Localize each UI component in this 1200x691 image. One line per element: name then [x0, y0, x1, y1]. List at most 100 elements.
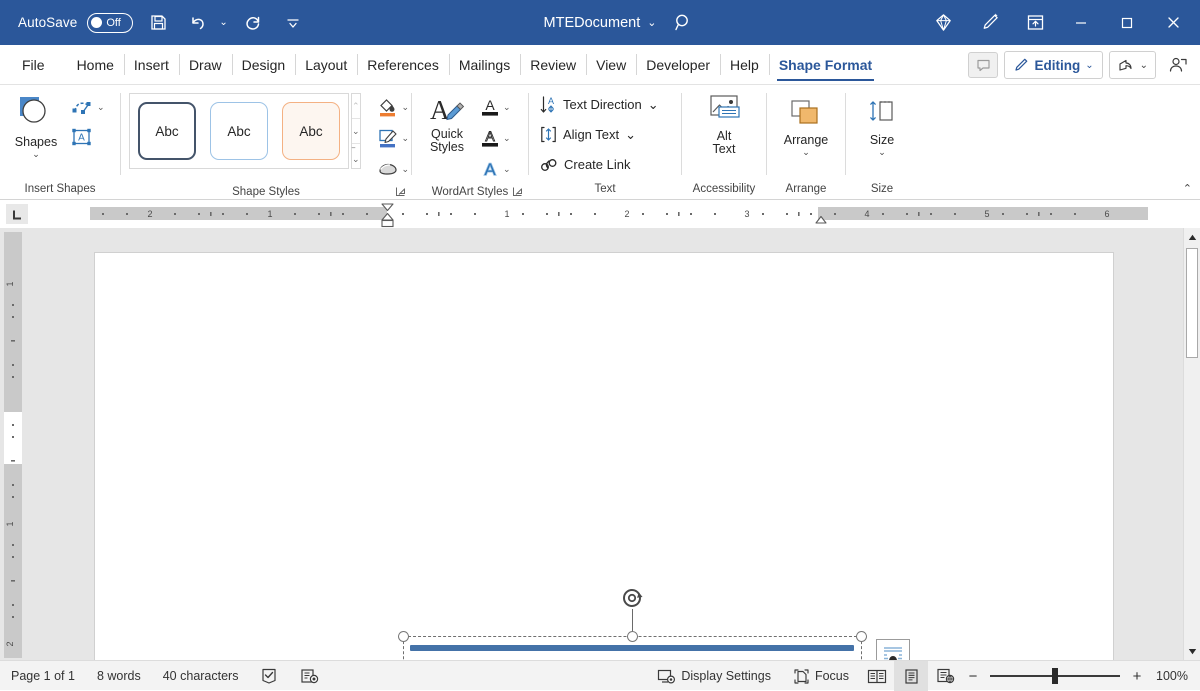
page-indicator[interactable]: Page 1 of 1 [0, 661, 86, 691]
display-settings-button[interactable]: Display Settings [646, 661, 782, 691]
comments-button[interactable] [968, 52, 998, 78]
minimize-icon[interactable] [1058, 0, 1104, 45]
zoom-in-button[interactable]: + [1126, 661, 1148, 691]
tab-stop-selector[interactable] [6, 204, 28, 224]
search-icon[interactable] [668, 8, 698, 38]
arrange-button[interactable]: Arrange ⌄ [775, 95, 837, 156]
shape-style-preset-3[interactable]: Abc [282, 102, 340, 160]
maximize-icon[interactable] [1104, 0, 1150, 45]
draw-text-box-button[interactable]: A [68, 123, 107, 151]
shape-styles-gallery[interactable]: Abc Abc Abc [129, 93, 349, 169]
zoom-slider-thumb[interactable] [1052, 668, 1058, 684]
word-count[interactable]: 8 words [86, 661, 152, 691]
size-chevron-down-icon[interactable]: ⌄ [878, 148, 886, 156]
text-outline-chevron-down-icon[interactable]: ⌄ [503, 133, 511, 144]
first-line-indent-marker[interactable] [378, 201, 398, 229]
shapes-chevron-down-icon[interactable]: ⌄ [32, 150, 40, 158]
layout-options-button[interactable] [876, 639, 910, 660]
shape-styles-scroll-up-icon[interactable]: ⌃ [352, 94, 360, 118]
size-button[interactable]: Size ⌄ [851, 95, 913, 156]
zoom-level-label[interactable]: 100% [1148, 669, 1192, 683]
edit-shape-chevron-down-icon[interactable]: ⌄ [97, 102, 105, 113]
vertical-scrollbar[interactable] [1183, 228, 1200, 660]
tab-insert[interactable]: Insert [124, 45, 179, 84]
zoom-out-button[interactable]: − [962, 661, 984, 691]
scroll-down-arrow-icon[interactable] [1184, 642, 1200, 660]
redo-icon[interactable] [238, 8, 268, 38]
scrollbar-thumb[interactable] [1186, 248, 1198, 358]
character-count[interactable]: 40 characters [152, 661, 250, 691]
text-effects-button[interactable]: A A ⌄ [478, 155, 513, 183]
arrange-chevron-down-icon[interactable]: ⌄ [802, 148, 810, 156]
proofing-status-button[interactable] [249, 661, 289, 691]
text-fill-button[interactable]: A ⌄ [478, 93, 513, 121]
shape-styles-dialog-launcher-icon[interactable] [395, 186, 407, 198]
tab-review[interactable]: Review [520, 45, 586, 84]
text-fill-chevron-down-icon[interactable]: ⌄ [503, 102, 511, 113]
textbox-shape[interactable]: Here’s a new text box in Microsoft Word. [403, 581, 863, 660]
collapse-ribbon-chevron-up-icon[interactable]: ⌃ [1183, 182, 1192, 195]
tab-shape-format[interactable]: Shape Format [769, 45, 882, 84]
scroll-up-arrow-icon[interactable] [1184, 228, 1200, 246]
resize-handle-top-right[interactable] [856, 631, 867, 642]
document-title[interactable]: MTEDocument [544, 15, 641, 31]
accessibility-checker-button[interactable] [289, 661, 330, 691]
shape-style-preset-1[interactable]: Abc [138, 102, 196, 160]
align-text-button[interactable]: Align Text ⌄ [537, 121, 639, 148]
view-read-mode-button[interactable] [860, 661, 894, 691]
shape-style-preset-2[interactable]: Abc [210, 102, 268, 160]
view-print-layout-button[interactable] [894, 661, 928, 691]
shape-fill-chevron-down-icon[interactable]: ⌄ [402, 102, 410, 113]
zoom-slider[interactable] [990, 661, 1120, 691]
tab-draw[interactable]: Draw [179, 45, 232, 84]
tab-developer[interactable]: Developer [636, 45, 720, 84]
ribbon-display-options-icon[interactable] [1012, 0, 1058, 45]
edit-shape-button[interactable]: ⌄ [68, 93, 107, 121]
tab-layout[interactable]: Layout [295, 45, 357, 84]
vertical-ruler[interactable]: 1 1 2 [0, 228, 28, 660]
tab-mailings[interactable]: Mailings [449, 45, 520, 84]
shape-styles-more-icon[interactable]: ‾⌄ [352, 143, 360, 168]
search-box[interactable] [668, 0, 698, 45]
tab-file[interactable]: File [14, 45, 59, 84]
editing-chevron-down-icon[interactable]: ⌄ [1085, 60, 1093, 71]
shape-outline-chevron-down-icon[interactable]: ⌄ [402, 133, 410, 144]
text-outline-button[interactable]: A ⌄ [478, 124, 513, 152]
copilot-diamond-icon[interactable] [920, 0, 966, 45]
shape-effects-button[interactable]: ⌄ [375, 155, 412, 183]
autosave-toggle[interactable]: Off [87, 13, 133, 33]
share-chevron-down-icon[interactable]: ⌄ [1140, 60, 1148, 71]
undo-dropdown-chevron-icon[interactable]: ⌄ [219, 17, 227, 28]
undo-icon[interactable] [183, 8, 213, 38]
shapes-gallery-button[interactable]: Shapes ⌄ [8, 91, 64, 158]
collaborators-button[interactable] [1162, 51, 1194, 79]
save-icon[interactable] [143, 8, 173, 38]
align-text-chevron-down-icon[interactable]: ⌄ [625, 127, 636, 143]
shape-effects-chevron-down-icon[interactable]: ⌄ [402, 164, 410, 175]
text-effects-chevron-down-icon[interactable]: ⌄ [503, 164, 511, 175]
shape-fill-button[interactable]: ⌄ [375, 93, 412, 121]
horizontal-ruler[interactable]: 21 123 456 [44, 206, 1190, 222]
document-title-chevron-icon[interactable]: ⌄ [647, 16, 656, 29]
editing-mode-button[interactable]: Editing ⌄ [1004, 51, 1102, 79]
text-direction-button[interactable]: A Text Direction ⌄ [537, 91, 662, 118]
share-button[interactable]: ⌄ [1109, 51, 1156, 79]
close-icon[interactable] [1150, 0, 1196, 45]
right-indent-marker[interactable] [812, 214, 830, 228]
view-web-layout-button[interactable] [928, 661, 962, 691]
shape-styles-scroll-down-icon[interactable]: ⌄ [352, 118, 360, 143]
shape-outline-button[interactable]: ⌄ [375, 124, 412, 152]
tab-design[interactable]: Design [232, 45, 296, 84]
tab-references[interactable]: References [357, 45, 449, 84]
tab-view[interactable]: View [586, 45, 636, 84]
editor-pen-icon[interactable] [966, 0, 1012, 45]
resize-handle-top-center[interactable] [627, 631, 638, 642]
wordart-quick-styles-button[interactable]: A Quick Styles [418, 91, 476, 154]
alt-text-button[interactable]: Alt Text [693, 91, 755, 156]
customize-quick-access-toolbar-icon[interactable] [278, 8, 308, 38]
resize-handle-top-left[interactable] [398, 631, 409, 642]
text-direction-chevron-down-icon[interactable]: ⌄ [648, 97, 659, 113]
wordart-styles-dialog-launcher-icon[interactable] [512, 186, 524, 198]
document-canvas[interactable]: Here’s a new text box in Microsoft Word. [28, 228, 1200, 660]
create-link-button[interactable]: Create Link [537, 151, 633, 178]
